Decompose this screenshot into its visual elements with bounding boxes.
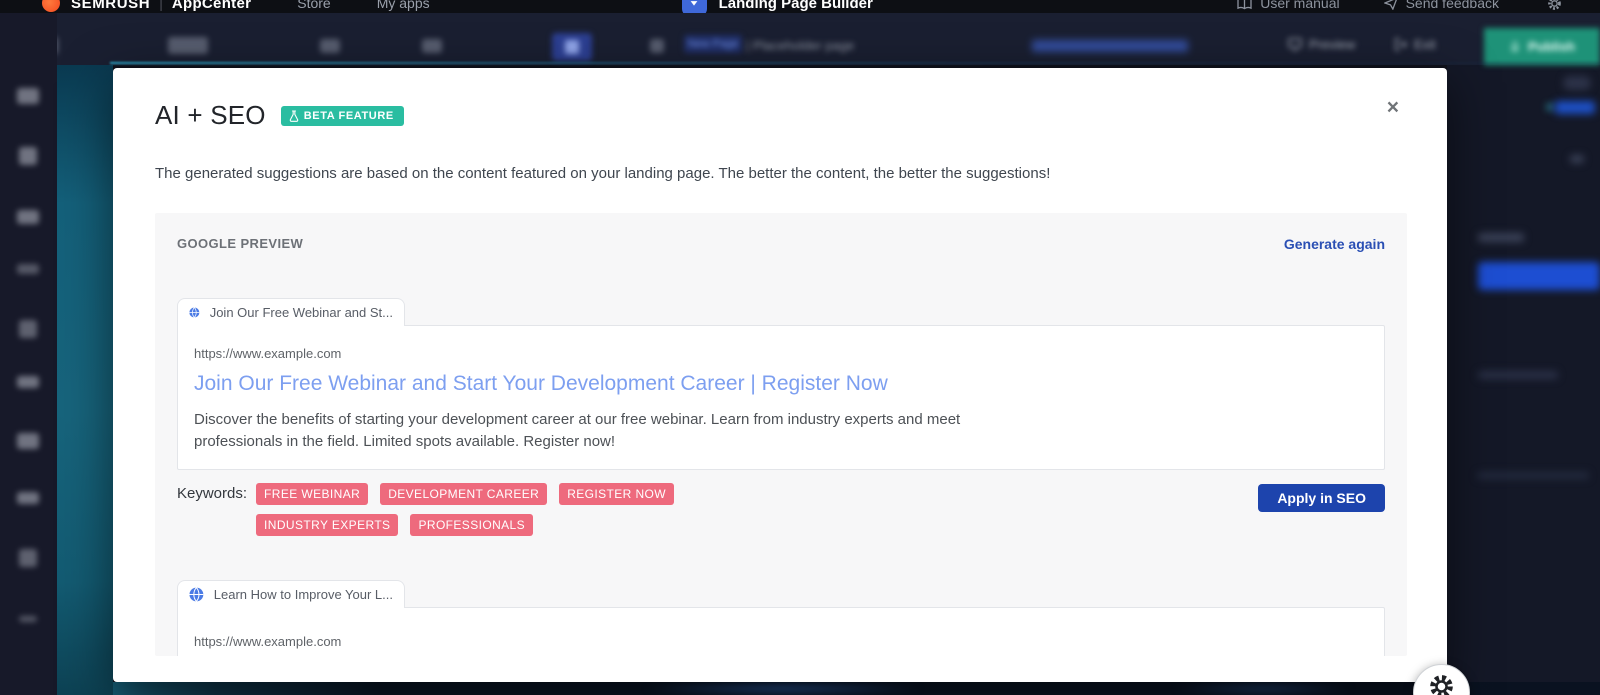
- toolbar-accent-line: [110, 62, 1600, 64]
- toolbar-active-tool[interactable]: [552, 33, 592, 61]
- tab-title: Join Our Free Webinar and St...: [209, 305, 393, 320]
- preview-card: Join Our Free Webinar and St... https://…: [177, 297, 1385, 536]
- sidebar-text-icon[interactable]: [17, 210, 39, 224]
- panel-toggle[interactable]: [1563, 76, 1591, 90]
- publish-label: Publish: [1528, 39, 1575, 54]
- toolbar-tool-icon[interactable]: [168, 37, 208, 54]
- modal-intro: The generated suggestions are based on t…: [155, 165, 1051, 182]
- brand-name: SEMRUSH: [71, 0, 151, 12]
- semrush-logo-icon: [42, 0, 60, 12]
- serp-preview: https://www.example.com Join Our Free We…: [177, 325, 1385, 470]
- beta-feature-badge: BETA FEATURE: [280, 105, 404, 126]
- brand-divider: |: [159, 0, 163, 11]
- editor-toolbar: New Page | Placeholder page Preview Exit…: [0, 13, 1600, 65]
- book-icon: [1237, 0, 1252, 9]
- sidebar-grid-icon[interactable]: [19, 549, 37, 567]
- sidebar-image-icon[interactable]: [17, 264, 39, 274]
- keyword-chip: DEVELOPMENT CAREER: [380, 483, 548, 505]
- beta-feature-label: BETA FEATURE: [303, 109, 394, 122]
- keyword-chip: PROFESSIONALS: [410, 514, 534, 536]
- send-feedback-label: Send feedback: [1405, 0, 1499, 11]
- panel-label: [1477, 472, 1589, 479]
- serp-title-link: Join Our Free Webinar and Start Your Dev…: [194, 372, 888, 395]
- keywords-row: Keywords: FREE WEBINAR DEVELOPMENT CAREE…: [177, 483, 1385, 536]
- serp-url: https://www.example.com: [194, 634, 342, 649]
- serp-preview: https://www.example.com: [177, 607, 1385, 656]
- panel-primary-button[interactable]: [1478, 262, 1600, 290]
- publish-button[interactable]: Publish: [1484, 28, 1600, 65]
- settings-panel: [1447, 65, 1600, 682]
- top-nav: SEMRUSH | AppCenter Store My apps Landin…: [0, 0, 1600, 13]
- preview-tab: Join Our Free Webinar and St...: [177, 298, 405, 326]
- brand-suffix: AppCenter: [171, 0, 252, 12]
- exit-button[interactable]: Exit: [1394, 37, 1436, 52]
- ai-seo-modal: × AI + SEO BETA FEATURE The generated su…: [113, 68, 1447, 682]
- close-icon[interactable]: ×: [1387, 97, 1399, 118]
- keyword-chip: REGISTER NOW: [559, 483, 675, 505]
- canvas-bottom-strip: [113, 682, 1600, 695]
- settings-gear-icon[interactable]: [1547, 0, 1562, 11]
- keyword-chip: FREE WEBINAR: [256, 483, 369, 505]
- modal-title: AI + SEO: [155, 100, 266, 130]
- exit-label: Exit: [1414, 37, 1436, 52]
- preview-card: Learn How to Improve Your L... https://w…: [177, 579, 1385, 656]
- search-input[interactable]: [1032, 40, 1188, 52]
- serp-description: Discover the benefits of starting your d…: [194, 411, 961, 450]
- panel-label: [1478, 371, 1558, 379]
- page-status-badge: New Page: [684, 35, 742, 53]
- sidebar-video-icon[interactable]: [17, 492, 39, 504]
- sidebar-more-icon[interactable]: [19, 616, 37, 622]
- nav-link-store[interactable]: Store: [297, 0, 330, 11]
- landing-page-builder-app-icon: [681, 0, 707, 13]
- sidebar-code-icon[interactable]: [17, 433, 39, 449]
- tab-title: Learn How to Improve Your L...: [213, 587, 393, 602]
- rocket-icon: [1511, 40, 1519, 52]
- editor-sidebar: [0, 13, 57, 695]
- toolbar-redo-icon[interactable]: [422, 39, 442, 53]
- user-manual-label: User manual: [1260, 0, 1340, 11]
- flask-icon: [289, 109, 298, 122]
- globe-icon: [189, 587, 204, 602]
- google-preview-panel: GOOGLE PREVIEW Generate again Join Our F…: [155, 213, 1407, 656]
- nav-link-my-apps[interactable]: My apps: [377, 0, 430, 11]
- sidebar-style-icon[interactable]: [19, 147, 37, 165]
- panel-caret-icon[interactable]: [1570, 155, 1584, 163]
- gear-icon: [1430, 675, 1453, 695]
- canvas-glow: [643, 682, 923, 695]
- canvas-glow: [1173, 682, 1353, 695]
- panel-link[interactable]: [1555, 101, 1595, 114]
- keywords-label: Keywords:: [177, 485, 248, 502]
- keyword-chip: INDUSTRY EXPERTS: [256, 514, 399, 536]
- page-canvas: [57, 65, 113, 695]
- apply-in-seo-button[interactable]: Apply in SEO: [1258, 484, 1385, 512]
- toolbar-device-icon[interactable]: [650, 39, 664, 53]
- preview-tab: Learn How to Improve Your L...: [177, 580, 405, 608]
- globe-icon: [189, 307, 200, 318]
- paper-plane-icon: [1383, 0, 1397, 10]
- sidebar-sections-icon[interactable]: [17, 88, 39, 104]
- preview-button[interactable]: Preview: [1288, 37, 1355, 52]
- app-title: Landing Page Builder: [718, 0, 873, 12]
- toolbar-undo-icon[interactable]: [320, 39, 340, 53]
- exit-icon: [1395, 38, 1407, 51]
- sidebar-form-icon[interactable]: [17, 376, 39, 388]
- monitor-icon: [1288, 38, 1302, 51]
- sidebar-button-icon[interactable]: [19, 320, 37, 338]
- generate-again-link[interactable]: Generate again: [1284, 236, 1385, 252]
- app-screen: SEMRUSH | AppCenter Store My apps Landin…: [0, 0, 1600, 695]
- serp-url: https://www.example.com: [194, 346, 342, 361]
- send-feedback-link[interactable]: Send feedback: [1383, 0, 1499, 11]
- page-name: | Placeholder page: [746, 38, 855, 53]
- google-preview-header: GOOGLE PREVIEW: [177, 236, 304, 251]
- panel-dot-icon: [1547, 104, 1553, 110]
- panel-label: [1478, 233, 1524, 242]
- keywords-list: FREE WEBINAR DEVELOPMENT CAREER REGISTER…: [256, 483, 816, 536]
- preview-label: Preview: [1309, 37, 1356, 52]
- user-manual-link[interactable]: User manual: [1237, 0, 1340, 11]
